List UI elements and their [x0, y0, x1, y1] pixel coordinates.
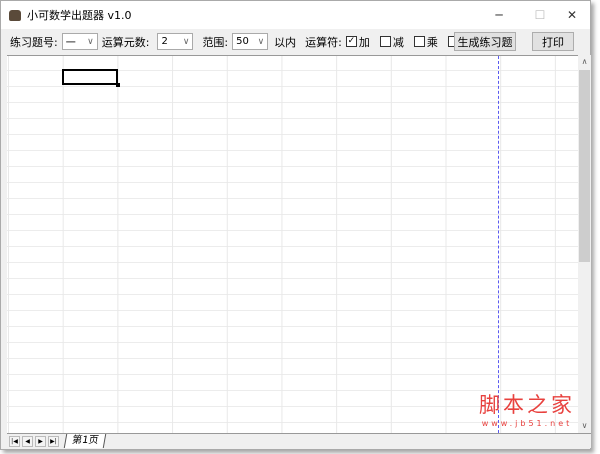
print-button[interactable]: 打印	[532, 32, 574, 51]
close-button[interactable]: ✕	[554, 1, 590, 29]
scroll-thumb[interactable]	[579, 70, 590, 262]
range-suffix: 以内	[274, 35, 297, 49]
subtract-checkbox[interactable]: 减	[379, 34, 404, 50]
multiply-checkbox[interactable]: 乘	[413, 34, 438, 50]
worksheet-grid[interactable]	[7, 55, 578, 433]
watermark-url: www.jb51.net	[481, 419, 573, 428]
vertical-scrollbar[interactable]: ∧ ∨	[578, 55, 591, 433]
subtract-label: 减	[392, 35, 404, 49]
app-window: 小可数学出题器 v1.0 ─ ☐ ✕ 练习题号: 一 ∨ 运算元数: 2 ∨ 范围:…	[0, 0, 591, 450]
title-bar: 小可数学出题器 v1.0 ─ ☐ ✕	[1, 1, 590, 29]
exercise-no-select[interactable]: 一 ∨	[61, 33, 98, 50]
selected-cell[interactable]	[62, 69, 120, 87]
multiply-label: 乘	[426, 35, 438, 49]
sheet-tab[interactable]: 第1页	[63, 434, 107, 448]
add-label: 加	[358, 35, 370, 49]
scroll-up-icon[interactable]: ∧	[578, 55, 591, 69]
sheet-tab-bar: |◀ ◀ ▶ ▶| 第1页	[7, 433, 591, 448]
app-icon	[9, 9, 21, 21]
exercise-no-value: 一	[65, 38, 76, 49]
operands-select[interactable]: 2 ∨	[157, 33, 194, 50]
range-value: 50	[236, 36, 249, 47]
window-title: 小可数学出题器 v1.0	[27, 9, 132, 22]
operators-label: 运算符:	[305, 35, 342, 49]
operands-value: 2	[161, 36, 168, 47]
add-checkbox[interactable]: ✓ 加	[345, 34, 370, 50]
range-select[interactable]: 50 ∨	[232, 33, 269, 50]
checkbox-box	[413, 36, 425, 47]
first-sheet-icon[interactable]: |◀	[9, 435, 20, 447]
page-break-line	[498, 56, 499, 433]
chevron-down-icon: ∨	[182, 36, 190, 47]
chevron-down-icon: ∨	[257, 36, 265, 47]
check-icon: ✓	[345, 36, 357, 47]
next-sheet-icon[interactable]: ▶	[35, 435, 46, 447]
prev-sheet-icon[interactable]: ◀	[22, 435, 33, 447]
last-sheet-icon[interactable]: ▶|	[48, 435, 59, 447]
chevron-down-icon: ∨	[87, 36, 94, 47]
minimize-button[interactable]: ─	[481, 1, 517, 29]
watermark: 脚本之家 www.jb51.net	[479, 389, 575, 428]
range-label: 范围:	[202, 35, 229, 49]
maximize-button[interactable]: ☐	[522, 1, 558, 29]
generate-button[interactable]: 生成练习题	[454, 32, 516, 51]
operands-label: 运算元数:	[101, 35, 150, 49]
checkbox-box	[379, 36, 391, 47]
scroll-down-icon[interactable]: ∨	[578, 419, 591, 433]
exercise-no-label: 练习题号:	[10, 35, 58, 49]
watermark-title: 脚本之家	[479, 393, 575, 417]
